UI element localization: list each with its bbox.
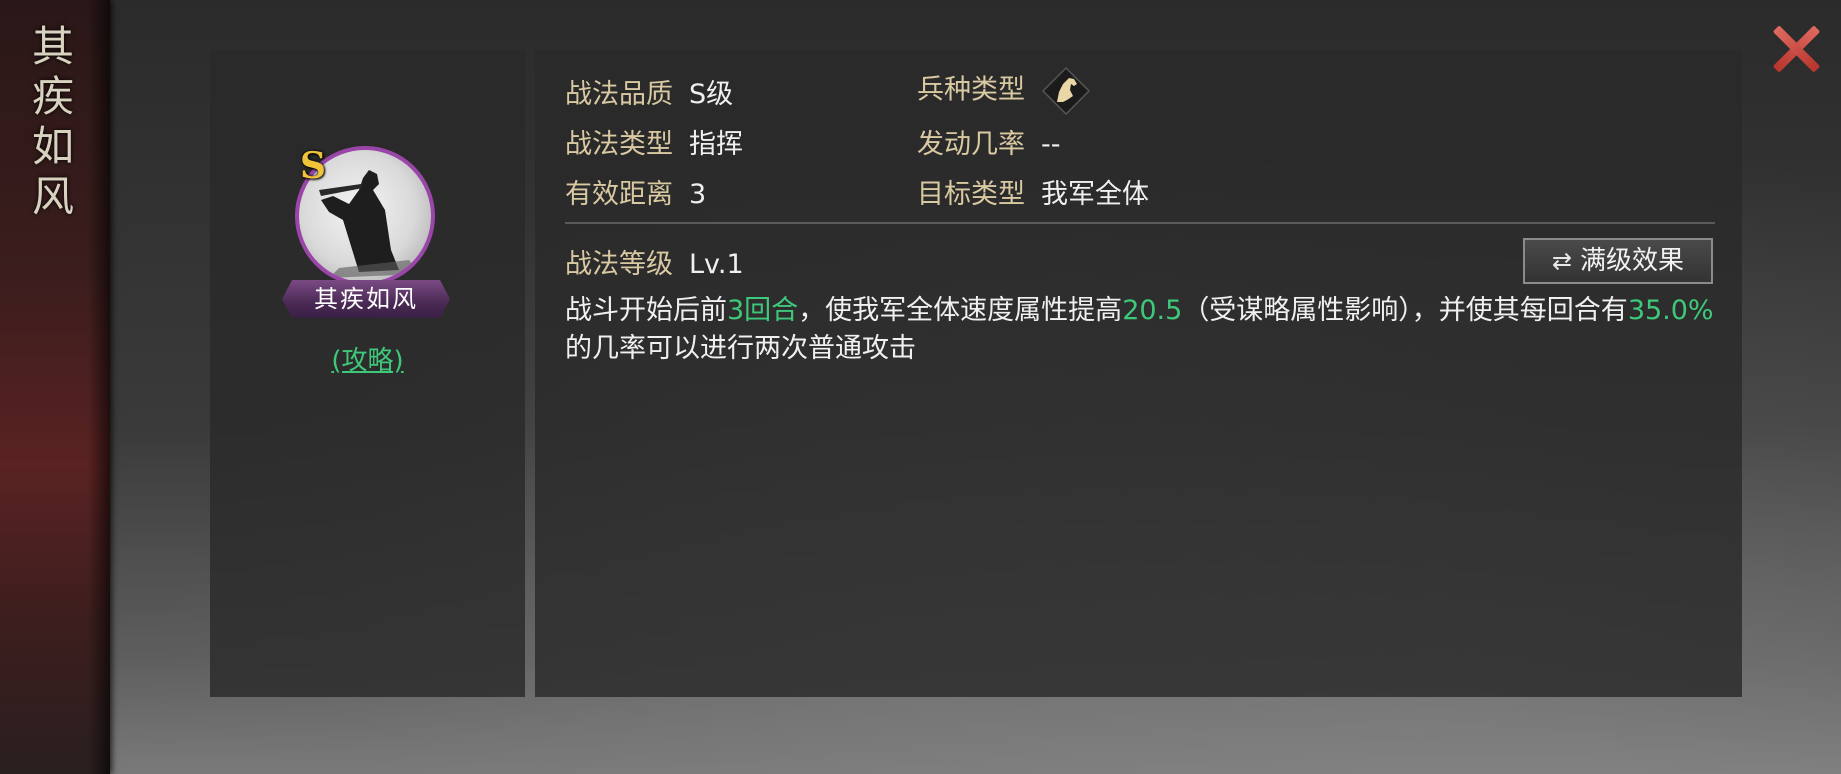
quality-label: 战法品质 [565,79,673,110]
title-char: 风 [31,172,74,221]
desc-text: 的几率可以进行两次普通攻击 [565,333,916,364]
range-value: 3 [689,179,707,210]
skill-name-plate: 其疾如风 [282,280,450,318]
quality-row: 战法品质 S级 [565,72,733,111]
vertical-skill-title: 其 疾 如 风 [28,22,78,222]
strategy-link[interactable]: (攻略) [210,340,525,377]
divider [565,222,1715,224]
grade-badge: S [300,145,326,187]
trigger-value: -- [1041,129,1061,160]
desc-text: 战斗开始后前 [565,295,727,326]
level-value: Lv.1 [689,249,744,280]
troop-label: 兵种类型 [917,74,1025,106]
title-char: 如 [31,122,74,171]
title-char: 其 [31,22,74,71]
cavalry-horse-icon [1041,66,1091,116]
troop-row: 兵种类型 [917,66,1091,116]
range-row: 有效距离 3 [565,172,706,211]
desc-highlight-speed: 20.5 [1122,295,1183,326]
quality-value: S级 [689,79,734,110]
desc-text: （受谋略属性影响），并使其每回合有 [1182,295,1628,326]
level-row: 战法等级 Lv.1 [565,242,744,281]
skill-portrait-panel: S 其疾如风 (攻略) [210,50,525,697]
type-row: 战法类型 指挥 [565,122,743,161]
trigger-label: 发动几率 [917,129,1025,160]
target-value: 我军全体 [1041,179,1149,210]
range-label: 有效距离 [565,179,673,210]
max-level-effect-button[interactable]: ⇄ 满级效果 [1523,238,1713,284]
skill-detail-panel: 战法品质 S级 战法类型 指挥 有效距离 3 兵种类型 发动几率 -- 目标类型 我军全体… [535,50,1742,697]
type-value: 指挥 [689,129,743,160]
desc-highlight-rounds: 3回合 [727,295,799,326]
skill-description: 战斗开始后前3回合，使我军全体速度属性提高20.5（受谋略属性影响），并使其每回… [565,292,1715,368]
left-title-strip: 其 疾 如 风 [0,0,110,774]
close-icon[interactable] [1770,22,1822,74]
desc-text: ，使我军全体速度属性提高 [798,295,1123,326]
target-label: 目标类型 [917,179,1025,210]
trigger-row: 发动几率 -- [917,122,1061,161]
type-label: 战法类型 [565,129,673,160]
max-level-effect-label: 满级效果 [1580,246,1685,276]
swap-arrows-icon: ⇄ [1551,247,1573,275]
desc-highlight-chance: 35.0% [1627,295,1714,326]
title-char: 疾 [31,72,74,121]
level-label: 战法等级 [565,249,673,280]
target-row: 目标类型 我军全体 [917,172,1149,211]
